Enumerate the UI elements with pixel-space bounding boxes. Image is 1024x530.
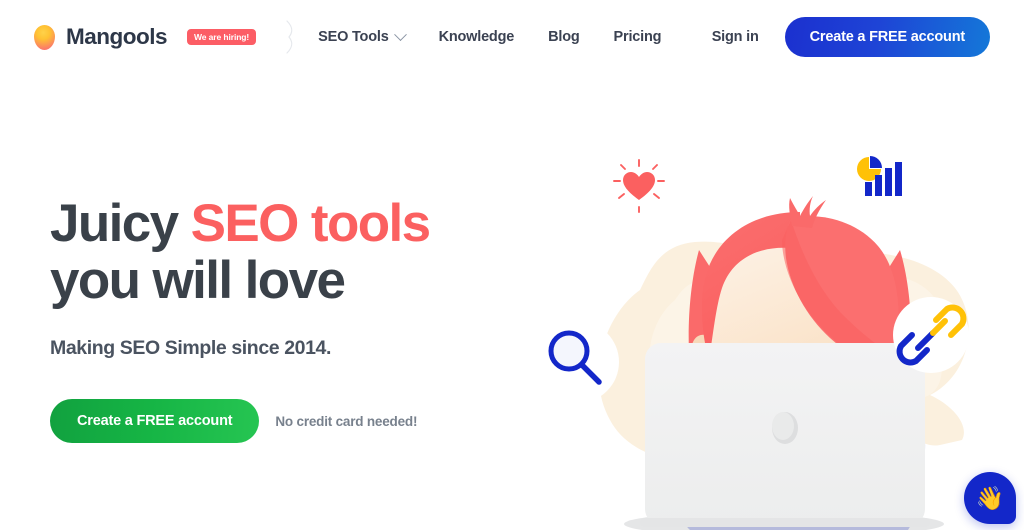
woman-with-laptop-illustration	[537, 155, 969, 530]
hero-cta-row: Create a FREE account No credit card nee…	[50, 399, 490, 444]
landing-page: Mangools We are hiring! SEO Tools Knowle…	[0, 0, 1024, 530]
nav-item-label: Knowledge	[438, 29, 515, 45]
nav-item-knowledge[interactable]: Knowledge	[439, 29, 515, 45]
badge-chart	[850, 155, 914, 221]
badge-heart	[610, 159, 668, 218]
mango-logo-icon	[34, 24, 55, 50]
nav-item-label: Blog	[548, 29, 580, 45]
badge-link	[893, 297, 969, 373]
headline-accent: SEO tools	[190, 194, 431, 253]
nav-item-label: SEO Tools	[318, 29, 389, 45]
chevron-down-icon	[393, 27, 407, 41]
chat-widget-button[interactable]: 👋	[964, 472, 1016, 524]
nav-item-pricing[interactable]: Pricing	[614, 29, 662, 45]
brand-logo[interactable]: Mangools We are hiring!	[34, 24, 257, 50]
nav-divider	[286, 20, 293, 54]
nav-item-label: Pricing	[613, 29, 662, 45]
nav-item-seo-tools[interactable]: SEO Tools	[318, 27, 407, 45]
hero-illustration	[500, 120, 1000, 530]
hero-create-account-button[interactable]: Create a FREE account	[50, 399, 260, 444]
no-credit-card-note: No credit card needed!	[275, 413, 418, 429]
sign-in-link[interactable]: Sign in	[712, 29, 759, 45]
headline-line-2: you will love	[50, 250, 346, 310]
nav-item-blog[interactable]: Blog	[548, 29, 580, 45]
headline-plain-1: Juicy	[50, 194, 191, 253]
main-nav: SEO Tools Knowledge Blog Pricing	[318, 27, 662, 45]
laptop	[640, 343, 930, 527]
brand-name: Mangools	[66, 24, 168, 49]
page-title: Juicy SEO tools you will love	[50, 194, 490, 310]
hero-subtitle: Making SEO Simple since 2014.	[50, 337, 332, 360]
header-actions: Sign in Create a FREE account	[712, 17, 990, 57]
site-header: Mangools We are hiring! SEO Tools Knowle…	[0, 0, 1024, 74]
hiring-badge[interactable]: We are hiring!	[187, 28, 257, 46]
hero-text-block: Juicy SEO tools you will love Making SEO…	[50, 194, 490, 444]
waving-hand-icon: 👋	[975, 484, 1005, 511]
badge-search	[537, 321, 619, 403]
header-create-account-button[interactable]: Create a FREE account	[784, 17, 990, 57]
